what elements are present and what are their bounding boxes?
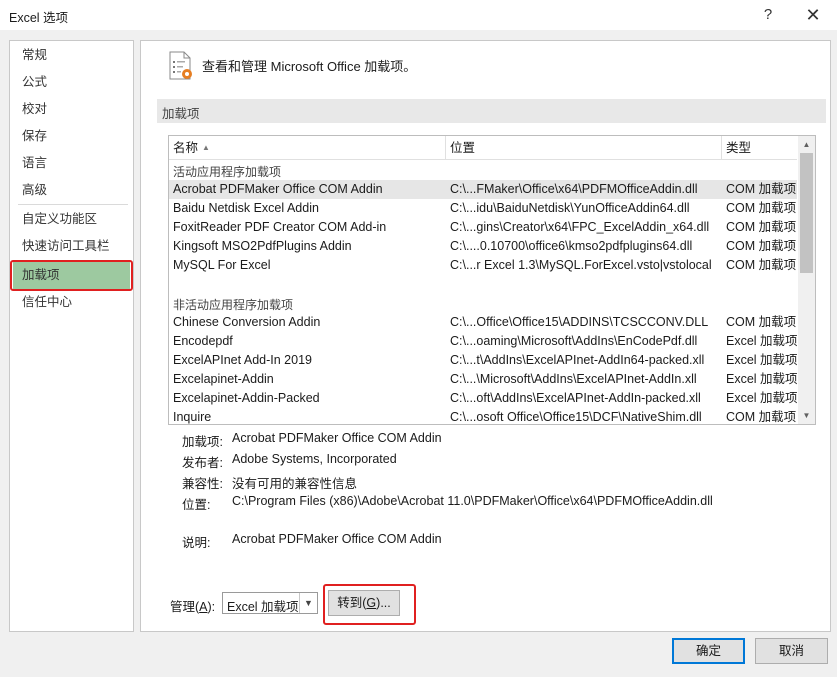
detail-location-label: 位置: (182, 498, 211, 512)
column-header-location[interactable]: 位置 (446, 136, 722, 160)
list-scrollbar[interactable]: ▲ ▼ (798, 136, 815, 424)
column-header-name[interactable]: 名称 ▲ (169, 136, 446, 160)
manage-select[interactable]: Excel 加载项 ▼ (222, 592, 318, 614)
manage-label: 管理(A): (170, 600, 216, 614)
chevron-down-icon[interactable]: ▼ (299, 593, 317, 613)
group-header-active: 活动应用程序加载项 (173, 165, 282, 179)
table-row[interactable]: Excelapinet-Addin-Packed C:\...oft\AddIn… (169, 389, 798, 408)
sidebar-nav: 常规 公式 校对 保存 语言 高级 自定义功能区 快速访问工具栏 加载项 信任中… (9, 40, 134, 632)
table-row[interactable]: Kingsoft MSO2PdfPlugins Addin C:\....0.1… (169, 237, 797, 256)
main-panel: 查看和管理 Microsoft Office 加载项。 加载项 名称 ▲ 位置 类… (140, 40, 831, 632)
sidebar-item-general[interactable]: 常规 (10, 42, 133, 69)
table-row[interactable]: FoxitReader PDF Creator COM Add-in C:\..… (169, 218, 797, 237)
table-row[interactable]: Baidu Netdisk Excel Addin C:\...idu\Baid… (169, 199, 797, 218)
cancel-button[interactable]: 取消 (755, 638, 828, 664)
detail-publisher-label: 发布者: (182, 456, 223, 470)
section-title: 加载项 (162, 107, 200, 121)
sidebar-item-save[interactable]: 保存 (10, 123, 133, 150)
title-bar: Excel 选项 ? ✕ (0, 0, 837, 30)
detail-publisher-value: Adobe Systems, Incorporated (232, 452, 397, 466)
help-icon[interactable]: ? (753, 4, 783, 26)
scrollbar-thumb[interactable] (800, 153, 813, 273)
column-header-type[interactable]: 类型 (722, 136, 797, 160)
detail-location-value: C:\Program Files (x86)\Adobe\Acrobat 11.… (232, 494, 713, 508)
detail-addin-value: Acrobat PDFMaker Office COM Addin (232, 431, 442, 445)
sidebar-item-advanced[interactable]: 高级 (10, 177, 133, 204)
sidebar-divider (18, 204, 128, 205)
addins-highlight-box (10, 260, 133, 291)
ok-button[interactable]: 确定 (672, 638, 745, 664)
table-row[interactable]: Chinese Conversion Addin C:\...Office\Of… (169, 313, 797, 332)
detail-compat-value: 没有可用的兼容性信息 (232, 477, 358, 491)
page-description: 查看和管理 Microsoft Office 加载项。 (202, 59, 417, 74)
group-header-inactive: 非活动应用程序加载项 (173, 298, 294, 312)
sidebar-item-quick-access-toolbar[interactable]: 快速访问工具栏 (10, 233, 133, 260)
go-button-highlight-box (323, 584, 416, 625)
detail-desc-label: 说明: (182, 536, 211, 550)
table-row[interactable]: Inquire C:\...osoft Office\Office15\DCF\… (169, 408, 797, 424)
scroll-up-icon[interactable]: ▲ (798, 136, 815, 153)
detail-desc-value: Acrobat PDFMaker Office COM Addin (232, 532, 442, 546)
addins-list[interactable]: 名称 ▲ 位置 类型 活动应用程序加载项 Acrobat PDFMaker Off… (168, 135, 816, 425)
table-row[interactable]: Acrobat PDFMaker Office COM Addin C:\...… (169, 180, 797, 199)
sidebar-item-formulas[interactable]: 公式 (10, 69, 133, 96)
close-icon[interactable]: ✕ (798, 4, 828, 26)
addins-manage-icon (169, 51, 192, 80)
sidebar-item-customize-ribbon[interactable]: 自定义功能区 (10, 206, 133, 233)
section-header: 加载项 (157, 99, 826, 123)
list-header: 名称 ▲ 位置 类型 (169, 136, 797, 160)
detail-compat-label: 兼容性: (182, 477, 223, 491)
window-title: Excel 选项 (9, 11, 69, 25)
sidebar-item-language[interactable]: 语言 (10, 150, 133, 177)
table-row[interactable]: Encodepdf C:\...oaming\Microsoft\AddIns\… (169, 332, 798, 351)
table-row[interactable]: Excelapinet-Addin C:\...\Microsoft\AddIn… (169, 370, 798, 389)
scroll-down-icon[interactable]: ▼ (798, 407, 815, 424)
sidebar-item-proofing[interactable]: 校对 (10, 96, 133, 123)
sort-ascending-icon: ▲ (202, 143, 210, 152)
sidebar-item-trust-center[interactable]: 信任中心 (10, 289, 133, 316)
table-row[interactable]: MySQL For Excel C:\...r Excel 1.3\MySQL.… (169, 256, 797, 275)
detail-addin-label: 加载项: (182, 435, 223, 449)
table-row[interactable]: ExcelAPInet Add-In 2019 C:\...t\AddIns\E… (169, 351, 798, 370)
manage-select-value: Excel 加载项 (227, 600, 299, 614)
